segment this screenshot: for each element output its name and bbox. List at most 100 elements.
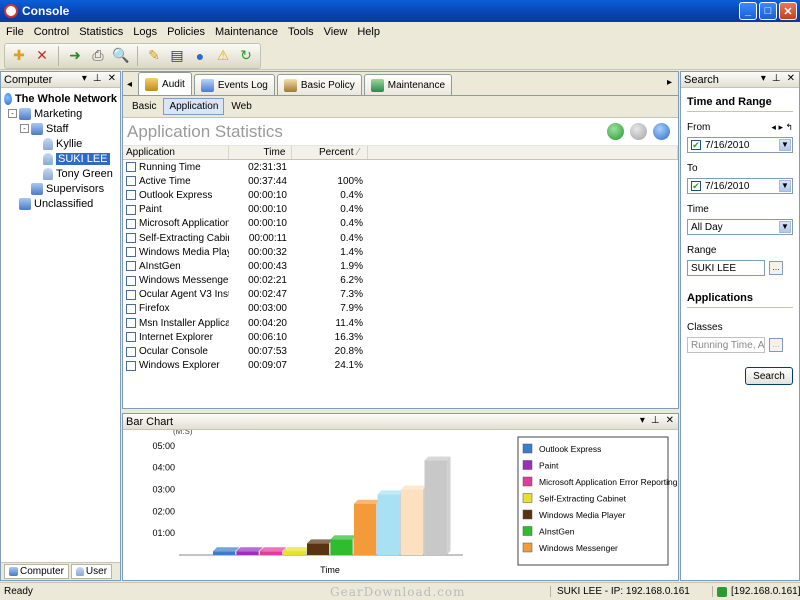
globe-icon[interactable]: ● [190, 46, 210, 66]
menu-policies[interactable]: Policies [167, 26, 205, 38]
from-date-picker[interactable]: ✔ 7/16/2010 ▼ [687, 137, 793, 153]
subtab-application[interactable]: Application [163, 98, 225, 115]
computer-panel-title: Computer [4, 73, 53, 86]
app-icon [4, 4, 18, 18]
subtab-web[interactable]: Web [226, 99, 256, 114]
close-button[interactable]: ✕ [779, 2, 797, 20]
tree-item-label: Tony Green [56, 167, 113, 180]
from-checkbox[interactable]: ✔ [691, 140, 701, 150]
up-icon[interactable] [653, 123, 670, 140]
column-application[interactable]: Application [123, 146, 229, 159]
range-browse-button[interactable]: … [769, 261, 783, 275]
tree-item-label: Marketing [34, 107, 83, 120]
delete-icon[interactable]: ✕ [32, 46, 52, 66]
to-checkbox[interactable]: ✔ [691, 181, 701, 191]
to-date-picker[interactable]: ✔ 7/16/2010 ▼ [687, 178, 793, 194]
tree-item-kyllie[interactable]: Kyllie [4, 136, 117, 151]
collapse-icon[interactable]: - [8, 109, 17, 118]
table-row[interactable]: Ocular Agent V3 Installer 00:02:47 7.3% [123, 288, 678, 302]
tree-item-tony-green[interactable]: Tony Green [4, 166, 117, 181]
bar [330, 539, 353, 555]
tree-item-label: Unclassified [34, 197, 94, 210]
table-row[interactable]: Internet Explorer 00:06:10 16.3% [123, 330, 678, 344]
print-preview-icon[interactable]: 🔍 [111, 46, 131, 66]
table-row[interactable]: AInstGen 00:00:43 1.9% [123, 259, 678, 273]
menu-logs[interactable]: Logs [133, 26, 157, 38]
tab-events-log[interactable]: Events Log [193, 74, 275, 95]
cell-app: AInstGen [139, 260, 181, 272]
chevron-down-icon[interactable]: ▼ [779, 221, 791, 233]
collapse-icon[interactable]: - [20, 124, 29, 133]
dropdown-icon[interactable]: ▾ [82, 73, 87, 84]
menu-maintenance[interactable]: Maintenance [215, 26, 278, 38]
tab-audit[interactable]: Audit [138, 72, 192, 95]
warning-icon[interactable]: ⚠ [213, 46, 233, 66]
table-row[interactable]: Active Time 00:37:44 100% [123, 174, 678, 188]
add-icon[interactable]: ✚ [9, 46, 29, 66]
tab-user[interactable]: User [70, 564, 113, 579]
table-row[interactable]: Self-Extracting Cabinet 00:00:11 0.4% [123, 231, 678, 245]
pin-icon[interactable]: ⊥ [772, 73, 781, 84]
date-nav-icon[interactable]: ◂ ▸ ↰ [771, 122, 793, 133]
table-row[interactable]: Ocular Console 00:07:53 20.8% [123, 344, 678, 358]
tree-item-suki-lee[interactable]: SUKI LEE [4, 151, 117, 166]
tabs-scroll-right-icon[interactable]: ▸ [667, 77, 672, 88]
tree-item-staff[interactable]: - Staff [4, 121, 117, 136]
chevron-down-icon[interactable]: ▼ [779, 139, 791, 151]
maximize-button[interactable]: □ [759, 2, 777, 20]
tree-item-unclassified[interactable]: Unclassified [4, 196, 117, 211]
table-row[interactable]: Firefox 00:03:00 7.9% [123, 302, 678, 316]
table-row[interactable]: Msn Installer Application 00:04:20 11.4% [123, 316, 678, 330]
close-icon[interactable]: ✕ [108, 73, 116, 84]
column-time[interactable]: Time [229, 146, 293, 159]
minimize-button[interactable]: _ [739, 2, 757, 20]
search-button[interactable]: Search [745, 367, 793, 385]
tree-item-supervisors[interactable]: Supervisors [4, 181, 117, 196]
audit-icon [145, 77, 159, 91]
menu-tools[interactable]: Tools [288, 26, 314, 38]
pin-icon[interactable]: ⊥ [651, 415, 660, 426]
column-percent[interactable]: Percent ⁄ [292, 146, 369, 159]
subtab-basic[interactable]: Basic [127, 99, 161, 114]
bar [260, 551, 282, 555]
table-row[interactable]: Microsoft Application Erro... 00:00:10 0.4… [123, 217, 678, 231]
report-icon[interactable]: ▤ [167, 46, 187, 66]
menu-control[interactable]: Control [34, 26, 69, 38]
chevron-down-icon[interactable]: ▼ [779, 180, 791, 192]
close-icon[interactable]: ✕ [666, 415, 674, 426]
tab-basic-policy[interactable]: Basic Policy [276, 74, 362, 95]
table-row[interactable]: Windows Explorer 00:09:07 24.1% [123, 359, 678, 373]
policy-icon[interactable]: ✎ [144, 46, 164, 66]
menu-file[interactable]: File [6, 26, 24, 38]
tabs-scroll-left-icon[interactable]: ◂ [127, 79, 132, 90]
cell-time: 00:02:47 [248, 289, 287, 301]
table-row[interactable]: Running Time 02:31:31 [123, 160, 678, 174]
dropdown-icon[interactable]: ▾ [640, 415, 645, 426]
dropdown-icon[interactable]: ▾ [761, 73, 766, 84]
table-row[interactable]: Windows Messenger 00:02:21 6.2% [123, 274, 678, 288]
group-icon [19, 107, 31, 120]
table-row[interactable]: Windows Media Player 00:00:32 1.4% [123, 245, 678, 259]
table-row[interactable]: Outlook Express 00:00:10 0.4% [123, 188, 678, 202]
time-select[interactable]: All Day ▼ [687, 219, 793, 235]
classes-input[interactable]: Running Time, Active T [687, 337, 765, 353]
menu-statistics[interactable]: Statistics [79, 26, 123, 38]
tab-maintenance[interactable]: Maintenance [363, 74, 453, 95]
export-icon[interactable] [607, 123, 624, 140]
classes-browse-button[interactable]: … [769, 338, 783, 352]
menu-help[interactable]: Help [357, 26, 380, 38]
range-input[interactable]: SUKI LEE [687, 260, 765, 276]
print-icon[interactable]: ⎙ [88, 46, 108, 66]
range-label: Range [687, 245, 717, 256]
close-icon[interactable]: ✕ [787, 73, 795, 84]
tree-item-whole-network[interactable]: The Whole Network [4, 91, 117, 106]
tab-computer[interactable]: Computer [4, 564, 69, 579]
import-icon[interactable]: ➜ [65, 46, 85, 66]
chart-toggle-icon[interactable] [630, 123, 647, 140]
refresh-icon[interactable]: ↻ [236, 46, 256, 66]
table-row[interactable]: Paint 00:00:10 0.4% [123, 203, 678, 217]
tree-item-marketing[interactable]: - Marketing [4, 106, 117, 121]
menu-view[interactable]: View [324, 26, 348, 38]
pin-icon[interactable]: ⊥ [93, 73, 102, 84]
bar-top [377, 490, 404, 495]
